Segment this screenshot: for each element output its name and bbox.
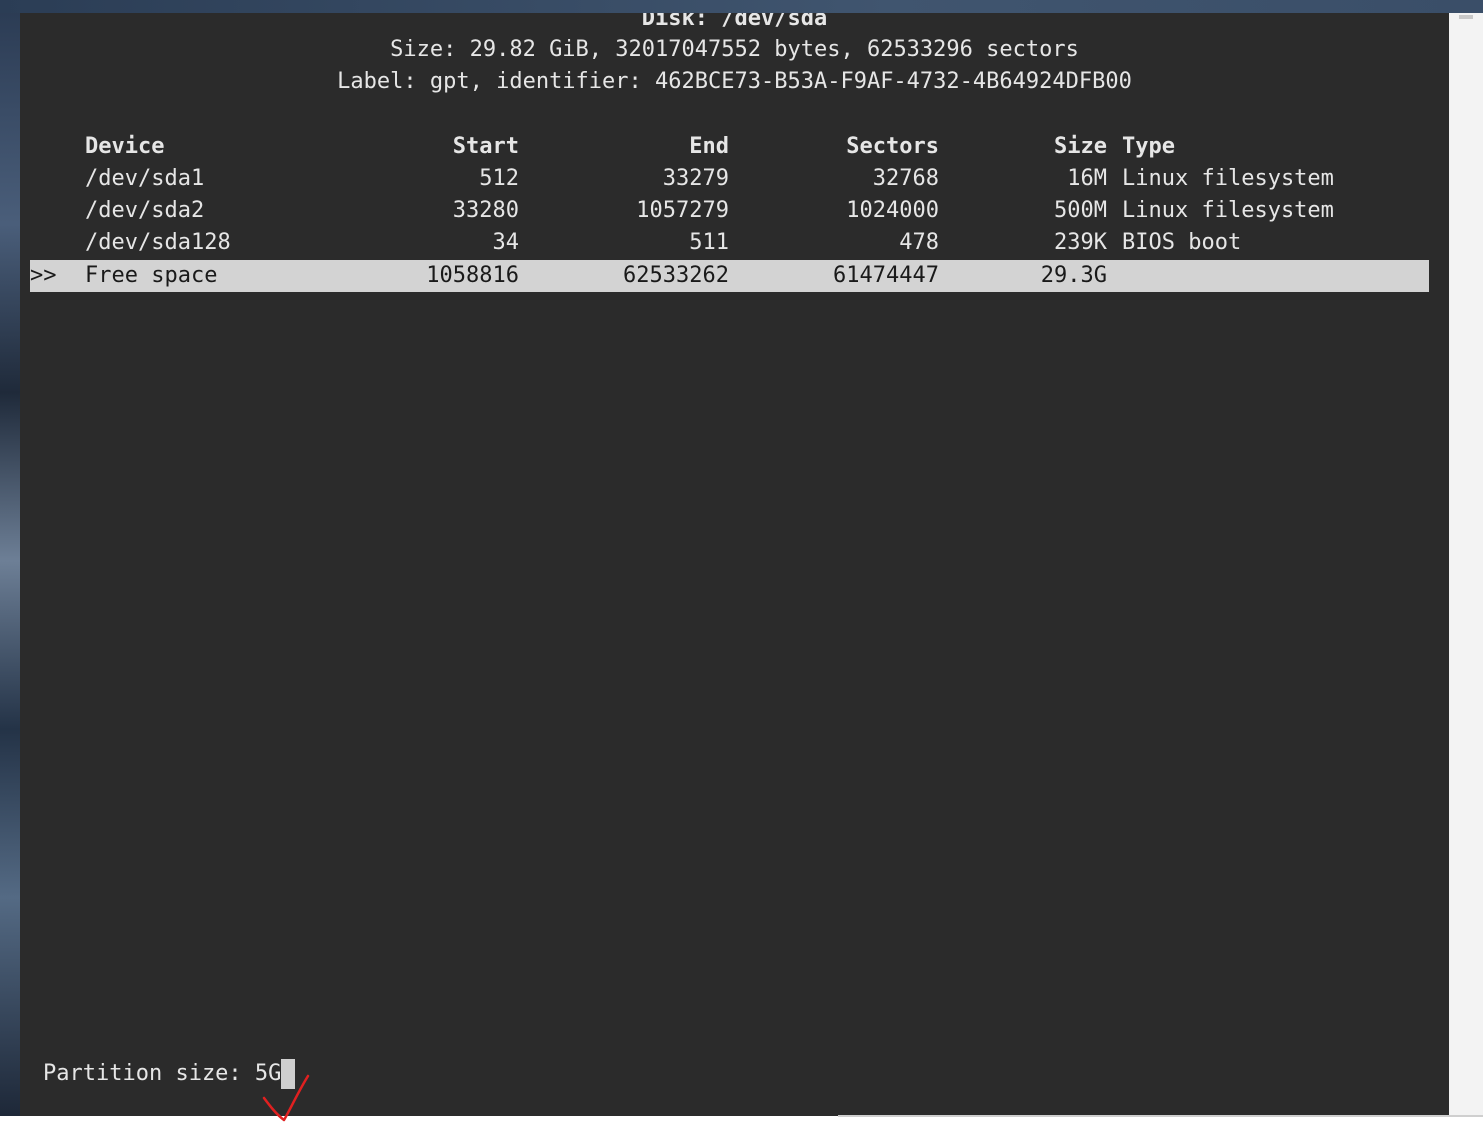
terminal-window[interactable]: Disk: /dev/sda Size: 29.82 GiB, 32017047… — [20, 13, 1449, 1116]
partition-size-prompt[interactable]: Partition size: 5G — [43, 1058, 296, 1090]
row-size: 500M — [1054, 198, 1107, 223]
disk-size-info: Size: 29.82 GiB, 32017047552 bytes, 6253… — [390, 37, 1079, 62]
row-type: BIOS boot — [1122, 230, 1242, 255]
row-end: 1057279 — [636, 198, 729, 223]
column-header-sectors: Sectors — [846, 134, 939, 159]
prompt-label: Partition size: — [43, 1061, 255, 1086]
column-header-size: Size — [1054, 134, 1107, 159]
partition-row[interactable]: /dev/sda2 33280 1057279 1024000 500M Lin… — [30, 195, 1429, 227]
desktop-wallpaper — [0, 0, 20, 1122]
column-header-end: End — [689, 134, 729, 159]
partition-row[interactable]: /dev/sda128 34 511 478 239K BIOS boot — [30, 227, 1429, 259]
disk-title: Disk: /dev/sda — [641, 13, 828, 31]
partition-row-selected-free-space[interactable]: >> Free space 1058816 62533262 61474447 … — [30, 260, 1429, 292]
row-type: Linux filesystem — [1122, 166, 1334, 191]
row-size: 16M — [1067, 166, 1107, 191]
red-checkmark-icon — [262, 1074, 310, 1122]
row-start: 34 — [492, 230, 520, 255]
row-sectors: 478 — [899, 230, 939, 255]
row-size: 239K — [1054, 230, 1107, 255]
partition-row[interactable]: /dev/sda1 512 33279 32768 16M Linux file… — [30, 163, 1429, 195]
row-sectors: 1024000 — [846, 198, 939, 223]
row-sectors: 32768 — [872, 166, 939, 191]
row-type: Linux filesystem — [1122, 198, 1334, 223]
row-end: 33279 — [662, 166, 729, 191]
selection-marker: >> — [30, 263, 57, 288]
horizontal-scrollbar[interactable] — [838, 1115, 1483, 1117]
row-start: 1058816 — [426, 263, 519, 288]
disk-label-info: Label: gpt, identifier: 462BCE73-B53A-F9… — [337, 69, 1132, 94]
row-size: 29.3G — [1040, 263, 1107, 288]
row-sectors: 61474447 — [833, 263, 939, 288]
column-header-start: Start — [452, 134, 519, 159]
column-header-type: Type — [1122, 134, 1175, 159]
row-end: 62533262 — [623, 263, 729, 288]
row-start: 33280 — [452, 198, 519, 223]
row-start: 512 — [479, 166, 519, 191]
partition-table-header: Device Start End Sectors Size Type — [30, 131, 1429, 163]
window-top-edge — [0, 0, 1483, 13]
screen: Disk: /dev/sda Size: 29.82 GiB, 32017047… — [0, 0, 1483, 1122]
scrollbar-track[interactable] — [1449, 13, 1483, 1116]
row-end: 511 — [689, 230, 729, 255]
scrollbar-arrow-up[interactable] — [1459, 15, 1473, 19]
